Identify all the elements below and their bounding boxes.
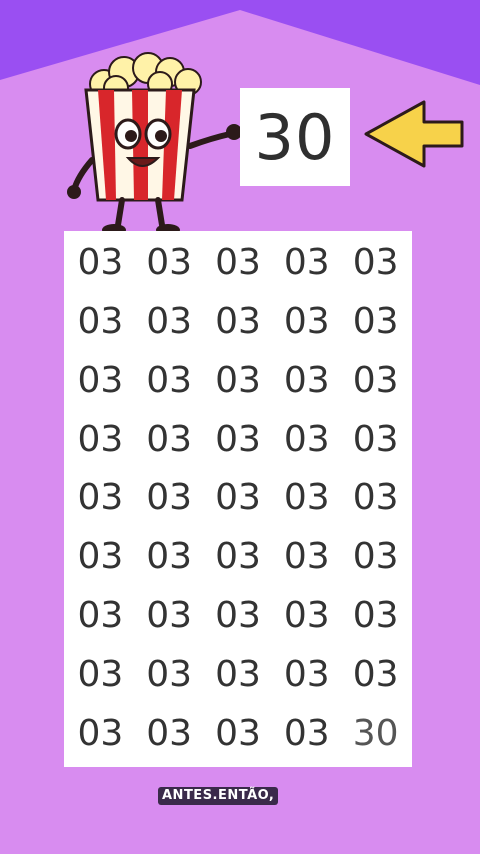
grid-cell[interactable]: 03: [135, 645, 204, 704]
grid-cell[interactable]: 03: [341, 233, 410, 292]
grid-cell[interactable]: 03: [341, 586, 410, 645]
grid-cell[interactable]: 03: [135, 410, 204, 469]
grid-cell[interactable]: 03: [341, 410, 410, 469]
grid-cell[interactable]: 03: [66, 410, 135, 469]
grid-cell[interactable]: 03: [204, 410, 273, 469]
popcorn-mascot-icon: [67, 52, 242, 236]
grid-cell[interactable]: 03: [341, 527, 410, 586]
left-arrow-icon: [364, 100, 464, 168]
grid-cell[interactable]: 03: [272, 586, 341, 645]
target-number: 30: [254, 100, 336, 174]
grid-cell[interactable]: 03: [341, 292, 410, 351]
grid-cell[interactable]: 03: [66, 292, 135, 351]
grid-cell[interactable]: 03: [66, 704, 135, 763]
number-grid: 03 03 03 03 03 03 03 03 03 03 03 03 03 03 03 03 03 03 03 03…: [64, 231, 412, 767]
grid-cell[interactable]: 03: [272, 527, 341, 586]
grid-cell[interactable]: 03: [135, 351, 204, 410]
grid-cell[interactable]: 03: [272, 469, 341, 528]
grid-cell[interactable]: 03: [204, 233, 273, 292]
grid-cell[interactable]: 03: [66, 351, 135, 410]
grid-cell[interactable]: 03: [204, 704, 273, 763]
grid-cell[interactable]: 03: [341, 645, 410, 704]
grid-cell[interactable]: 03: [341, 469, 410, 528]
grid-cell[interactable]: 30: [341, 704, 410, 763]
grid-cell[interactable]: 03: [135, 233, 204, 292]
grid-cell[interactable]: 03: [204, 645, 273, 704]
grid-cell[interactable]: 03: [135, 292, 204, 351]
brand-label: ANTES.ENTÃO,: [158, 787, 279, 805]
grid-cell[interactable]: 03: [272, 645, 341, 704]
target-number-box: 30: [240, 88, 350, 186]
grid-cell[interactable]: 03: [272, 292, 341, 351]
grid-cell[interactable]: 03: [135, 704, 204, 763]
grid-cell[interactable]: 03: [135, 469, 204, 528]
grid-cell[interactable]: 03: [135, 527, 204, 586]
grid-cell[interactable]: 03: [204, 469, 273, 528]
grid-cell[interactable]: 03: [66, 233, 135, 292]
grid-cell[interactable]: 03: [66, 527, 135, 586]
grid-cell[interactable]: 03: [66, 586, 135, 645]
grid-cell[interactable]: 03: [272, 233, 341, 292]
grid-cell[interactable]: 03: [204, 351, 273, 410]
grid-cell[interactable]: 03: [66, 645, 135, 704]
grid-cell[interactable]: 03: [66, 469, 135, 528]
grid-cell[interactable]: 03: [272, 351, 341, 410]
grid-cell[interactable]: 03: [272, 410, 341, 469]
grid-cell[interactable]: 03: [341, 351, 410, 410]
grid-cell[interactable]: 03: [204, 292, 273, 351]
grid-cell[interactable]: 03: [135, 586, 204, 645]
grid-cell[interactable]: 03: [204, 586, 273, 645]
number-grid-panel: 03 03 03 03 03 03 03 03 03 03 03 03 03 03 03 03 03 03 03 03…: [64, 231, 412, 767]
grid-cell[interactable]: 03: [272, 704, 341, 763]
grid-cell[interactable]: 03: [204, 527, 273, 586]
